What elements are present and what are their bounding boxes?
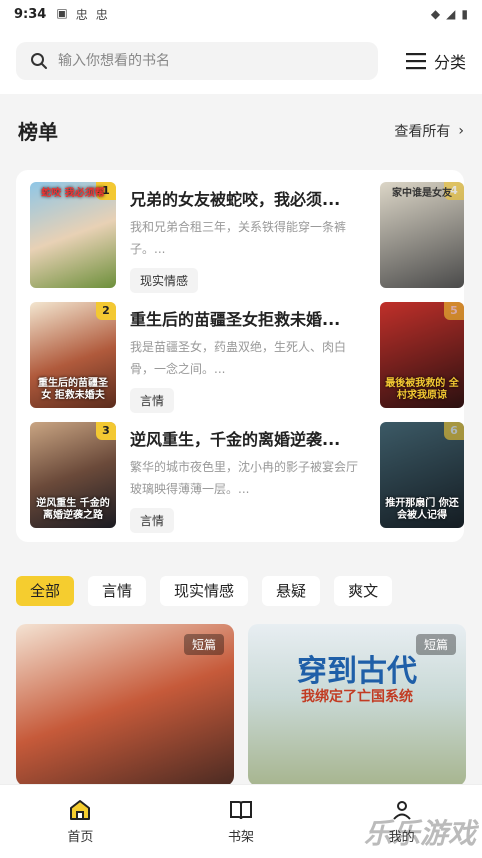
book-title: 重生后的苗疆圣女拒救未婚... xyxy=(130,310,341,329)
see-all-link[interactable]: 查看所有 › xyxy=(394,121,464,141)
status-notification-icons: ▣ 忠忠 xyxy=(56,6,107,23)
book-tag: 言情 xyxy=(130,508,175,533)
filter-chip-romance[interactable]: 言情 xyxy=(88,576,147,606)
book-card[interactable]: 短篇 xyxy=(16,624,234,786)
nav-home-label: 首页 xyxy=(67,830,94,845)
book-title: 逆风重生，千金的离婚逆袭... xyxy=(130,430,341,449)
chevron-right-icon: › xyxy=(458,122,464,139)
book-cover: 2 重生后的苗疆圣女 拒救未婚夫 xyxy=(30,302,116,408)
search-box[interactable] xyxy=(16,42,378,80)
system-icons: ◆ ◢ ▮ xyxy=(431,7,468,21)
book-cover: 3 逆风重生 千金的离婚逆袭之路 xyxy=(30,422,116,528)
book-desc: 我是苗疆圣女，药蛊双绝，生死人、肉白骨，一念之间。... xyxy=(130,340,347,376)
rank-badge: 5 xyxy=(444,302,464,320)
signal-icon: ◢ xyxy=(446,7,456,21)
book-info: 兄弟的女友被蛇咬，我必须... 我和兄弟合租三年，关系铁得能穿一条裤子。... … xyxy=(130,182,358,293)
notification-icon: 忠 xyxy=(75,7,88,22)
filter-chip-all[interactable]: 全部 xyxy=(16,576,75,606)
filter-chip-cool[interactable]: 爽文 xyxy=(334,576,393,606)
filter-chip-realistic[interactable]: 现实情感 xyxy=(160,576,249,606)
category-button[interactable]: 分类 xyxy=(405,49,466,73)
book-cover: 1 蛇咬 我必须帮 xyxy=(30,182,116,288)
ranking-header: 榜单 查看所有 › xyxy=(18,116,464,145)
rank-badge: 3 xyxy=(96,422,116,440)
book-cover-side[interactable]: 4 家中谁是女友 xyxy=(380,182,464,288)
top-bar: 分类 xyxy=(0,28,482,94)
cover-text: 重生后的苗疆圣女 拒救未婚夫 xyxy=(38,378,108,401)
book-info: 重生后的苗疆圣女拒救未婚... 我是苗疆圣女，药蛊双绝，生死人、肉白骨，一念之间… xyxy=(130,302,358,413)
book-info: 逆风重生，千金的离婚逆袭... 繁华的城市夜色里，沈小冉的影子被宴会厅玻璃映得薄… xyxy=(130,422,358,533)
home-icon xyxy=(70,800,91,820)
category-label: 分类 xyxy=(433,53,466,72)
search-input[interactable] xyxy=(58,53,348,69)
ranking-title: 榜单 xyxy=(18,120,58,144)
menu-icon xyxy=(405,53,426,70)
search-icon xyxy=(31,53,47,69)
cover-text: 蛇咬 我必须帮 xyxy=(41,188,105,199)
ranking-item[interactable]: 1 蛇咬 我必须帮 兄弟的女友被蛇咬，我必须... 我和兄弟合租三年，关系铁得能… xyxy=(30,182,370,293)
rank-badge: 6 xyxy=(444,422,464,440)
book-tag: 言情 xyxy=(130,388,175,413)
cover-text: 家中谁是女友 xyxy=(392,188,452,199)
ranking-item[interactable]: 2 重生后的苗疆圣女 拒救未婚夫 重生后的苗疆圣女拒救未婚... 我是苗疆圣女，… xyxy=(30,302,370,413)
nav-home[interactable]: 首页 xyxy=(40,798,120,845)
watermark: 乐乐游戏 xyxy=(363,817,476,850)
cover-text: 逆风重生 千金的离婚逆袭之路 xyxy=(36,498,110,521)
nav-bookshelf[interactable]: 书架 xyxy=(201,798,281,845)
rank-badge: 2 xyxy=(96,302,116,320)
book-cover-subtitle: 我绑定了亡国系统 xyxy=(301,689,413,705)
book-tag: 现实情感 xyxy=(130,268,199,293)
book-desc: 我和兄弟合租三年，关系铁得能穿一条裤子。... xyxy=(130,220,347,256)
book-title: 兄弟的女友被蛇咬，我必须... xyxy=(130,190,341,209)
wifi-icon: ◆ xyxy=(430,7,441,21)
genre-filters: 全部 言情 现实情感 悬疑 爽文 xyxy=(16,576,393,606)
battery-icon: ▮ xyxy=(461,7,468,21)
nav-bookshelf-label: 书架 xyxy=(227,830,254,845)
book-length-label: 短篇 xyxy=(183,634,224,655)
filter-chip-mystery[interactable]: 悬疑 xyxy=(262,576,321,606)
book-icon xyxy=(229,801,252,820)
cover-text: 最後被我救的 全村求我原谅 xyxy=(385,378,459,401)
book-cover-side[interactable]: 5 最後被我救的 全村求我原谅 xyxy=(380,302,464,408)
see-all-label: 查看所有 xyxy=(394,123,451,140)
ranking-card: 1 蛇咬 我必须帮 兄弟的女友被蛇咬，我必须... 我和兄弟合租三年，关系铁得能… xyxy=(16,170,464,542)
status-time: 9:34 xyxy=(14,6,47,22)
cover-text: 推开那扇门 你还会被人记得 xyxy=(385,498,459,521)
status-bar: 9:34 ▣ 忠忠 ◆ ◢ ▮ xyxy=(0,0,482,28)
book-desc: 繁华的城市夜色里，沈小冉的影子被宴会厅玻璃映得薄薄一层。... xyxy=(130,460,358,496)
book-card[interactable]: 短篇 穿到古代 我绑定了亡国系统 xyxy=(248,624,466,786)
book-cover-side[interactable]: 6 推开那扇门 你还会被人记得 xyxy=(380,422,464,528)
notification-icon: 忠 xyxy=(95,7,108,22)
notification-icon: ▣ xyxy=(56,5,68,20)
ranking-item[interactable]: 3 逆风重生 千金的离婚逆袭之路 逆风重生，千金的离婚逆袭... 繁华的城市夜色… xyxy=(30,422,370,533)
book-cover-title: 穿到古代 xyxy=(297,654,417,689)
